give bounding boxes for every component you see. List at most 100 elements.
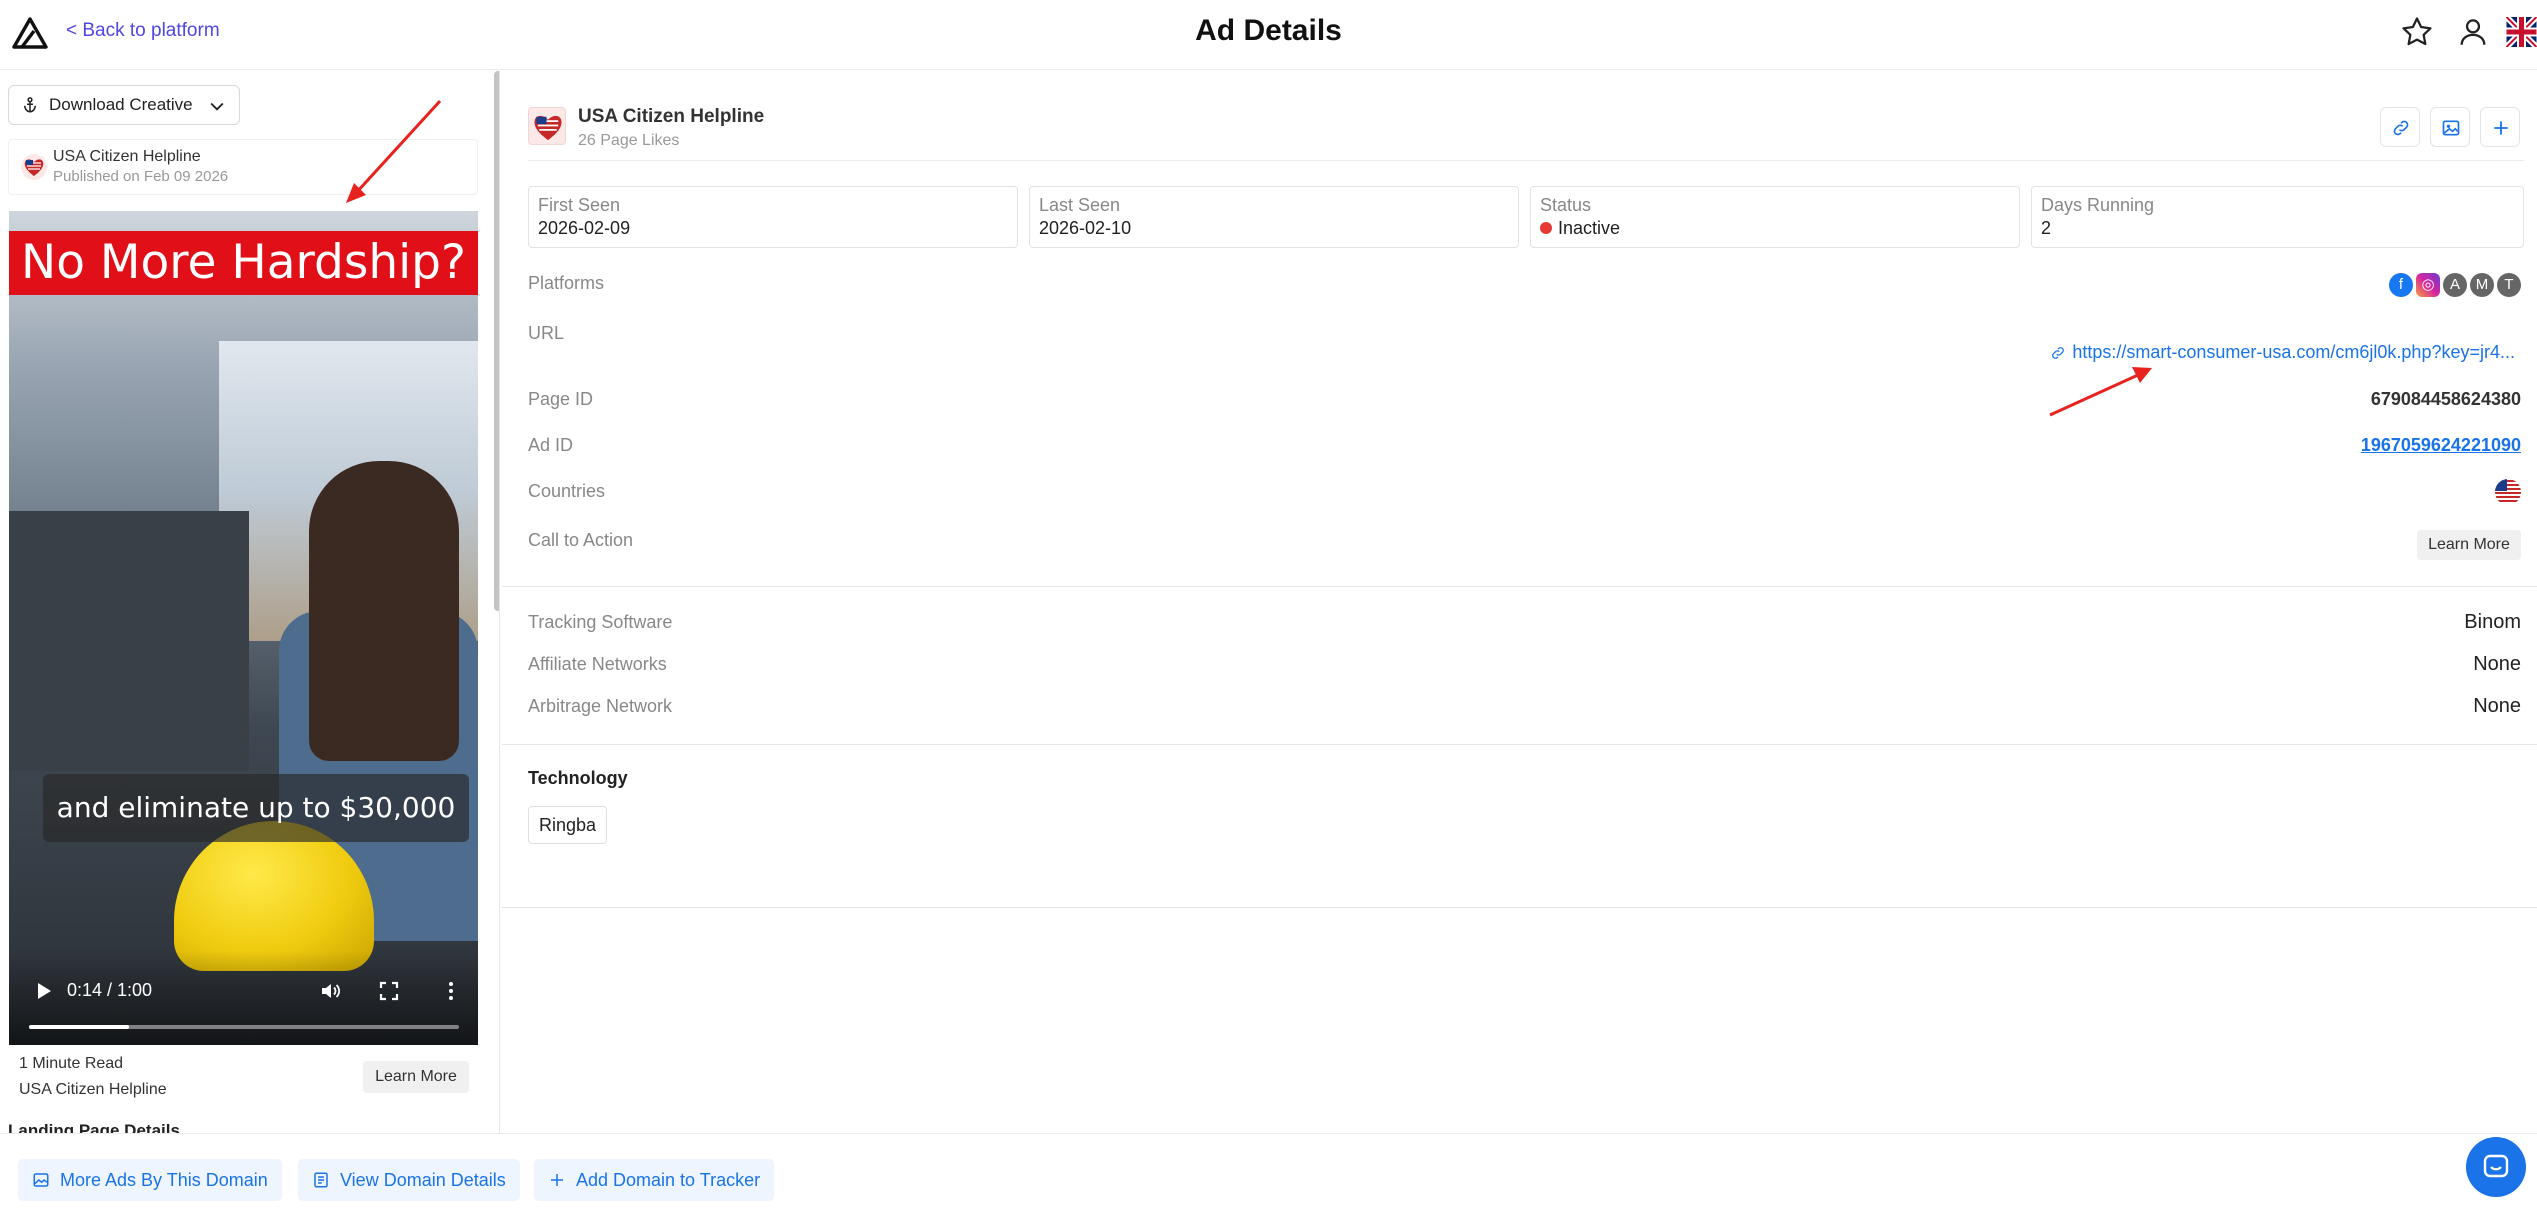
more-options-icon[interactable] xyxy=(439,979,463,1003)
view-domain-label: View Domain Details xyxy=(340,1169,506,1190)
stat-label: Status xyxy=(1540,195,1592,215)
facebook-icon: f xyxy=(2389,273,2413,297)
card-learn-more-button[interactable]: Learn More xyxy=(363,1061,469,1093)
card-advertiser-name: USA Citizen Helpline xyxy=(53,148,201,165)
stat-value: 2 xyxy=(2041,218,2052,238)
cta-learn-more-button[interactable]: Learn More xyxy=(2417,530,2521,560)
star-icon[interactable] xyxy=(2400,15,2434,49)
threads-icon: T xyxy=(2497,273,2521,297)
chevron-down-icon xyxy=(210,102,224,111)
ad-id-label: Ad ID xyxy=(528,435,574,455)
card-published-date: Published on Feb 09 2026 xyxy=(53,168,229,185)
image-search-button[interactable] xyxy=(2430,107,2470,147)
us-flag-icon xyxy=(2495,479,2521,505)
user-icon[interactable] xyxy=(2456,15,2490,49)
ad-details-panel: USA Citizen Helpline 26 Page Likes First… xyxy=(502,71,2537,1133)
advertiser-name[interactable]: USA Citizen Helpline xyxy=(578,106,764,128)
page-id-label: Page ID xyxy=(528,389,594,409)
stat-days-running: Days Running 2 xyxy=(2031,186,2524,248)
download-creative-label: Download Creative xyxy=(49,95,193,114)
left-panel-scrollbar[interactable] xyxy=(494,71,499,611)
back-to-platform-link[interactable]: < Back to platform xyxy=(66,20,220,42)
stat-value: 2026-02-09 xyxy=(538,218,631,238)
stat-label: Days Running xyxy=(2041,195,2155,215)
stat-first-seen: First Seen 2026-02-09 xyxy=(528,186,1018,248)
heart-flag-icon xyxy=(24,159,44,176)
tracking-software-value: Binom xyxy=(2464,611,2521,633)
page-likes: 26 Page Likes xyxy=(578,132,680,149)
add-button[interactable] xyxy=(2480,107,2520,147)
link-icon xyxy=(2052,346,2065,359)
arbitrage-network-label: Arbitrage Network xyxy=(528,696,673,716)
anchor-icon xyxy=(24,97,36,113)
add-domain-to-tracker-button[interactable]: Add Domain to Tracker xyxy=(534,1159,775,1201)
stat-last-seen: Last Seen 2026-02-10 xyxy=(1029,186,1519,248)
fullscreen-icon[interactable] xyxy=(377,979,401,1003)
cta-label: Call to Action xyxy=(528,530,634,550)
affiliate-networks-label: Affiliate Networks xyxy=(528,654,667,674)
landing-url-text: https://smart-consumer-usa.com/cm6jl0k.p… xyxy=(2072,342,2515,362)
more-ads-by-domain-button[interactable]: More Ads By This Domain xyxy=(18,1159,282,1201)
annotation-arrow xyxy=(2049,367,2152,417)
tracking-software-label: Tracking Software xyxy=(528,612,673,632)
bottom-action-bar: More Ads By This Domain View Domain Deta… xyxy=(0,1133,2537,1213)
divider xyxy=(502,744,2537,745)
add-domain-label: Add Domain to Tracker xyxy=(576,1169,761,1190)
link-icon xyxy=(2393,120,2409,136)
platforms-label: Platforms xyxy=(528,273,605,293)
more-ads-label: More Ads By This Domain xyxy=(60,1169,268,1190)
affiliate-networks-value: None xyxy=(2473,653,2521,675)
stat-value: Inactive xyxy=(1540,218,1620,239)
gallery-icon xyxy=(33,1173,49,1187)
status-text: Inactive xyxy=(1558,218,1621,238)
platform-icons: f ◎ A M T xyxy=(2389,273,2521,299)
landing-url-link[interactable]: https://smart-consumer-usa.com/cm6jl0k.p… xyxy=(2050,342,2515,363)
card-headline: 1 Minute Read xyxy=(19,1055,124,1072)
card-advertiser-caption: USA Citizen Helpline xyxy=(19,1081,167,1098)
stat-label: Last Seen xyxy=(1039,195,1121,215)
stat-value: 2026-02-10 xyxy=(1039,218,1132,238)
url-label: URL xyxy=(528,323,565,343)
video-banner-text: No More Hardship? xyxy=(9,231,478,295)
divider xyxy=(502,907,2537,908)
creative-panel: Download Creative USA Citizen Helpline P… xyxy=(0,71,500,1133)
ad-card-footer: 1 Minute Read USA Citizen Helpline Learn… xyxy=(9,1045,478,1125)
countries-label: Countries xyxy=(528,481,606,501)
support-chat-button[interactable] xyxy=(2466,1137,2526,1197)
document-icon xyxy=(314,1172,328,1188)
video-controls: 0:14 / 1:00 xyxy=(9,951,478,1045)
chat-icon xyxy=(2483,1154,2509,1178)
heart-flag-icon xyxy=(534,115,562,141)
technology-chip[interactable]: Ringba xyxy=(528,806,608,844)
play-icon[interactable] xyxy=(31,979,55,1003)
video-caption-text: and eliminate up to $30,000 xyxy=(43,774,469,842)
ad-card-header: USA Citizen Helpline Published on Feb 09… xyxy=(8,139,478,195)
advertiser-avatar xyxy=(528,107,566,145)
divider xyxy=(502,586,2537,587)
messenger-icon: M xyxy=(2470,273,2494,297)
video-time: 0:14 / 1:00 xyxy=(67,980,153,1000)
video-scene-person xyxy=(309,461,459,761)
creative-video-player[interactable]: No More Hardship? and eliminate up to $3… xyxy=(9,211,478,1045)
divider xyxy=(528,160,2524,161)
plus-icon xyxy=(2494,121,2508,135)
arbitrage-network-value: None xyxy=(2473,695,2521,717)
logo-icon[interactable] xyxy=(12,17,48,49)
ad-id-link[interactable]: 1967059624221090 xyxy=(2361,435,2521,456)
top-header: < Back to platform Ad Details xyxy=(0,0,2537,70)
advertiser-avatar xyxy=(21,154,47,180)
copy-link-button[interactable] xyxy=(2380,107,2420,147)
technology-heading: Technology xyxy=(528,768,628,788)
image-icon xyxy=(2442,120,2460,136)
status-inactive-dot xyxy=(1540,222,1552,234)
uk-flag-icon[interactable] xyxy=(2506,17,2537,47)
view-domain-details-button[interactable]: View Domain Details xyxy=(298,1159,520,1201)
volume-icon[interactable] xyxy=(319,979,343,1003)
audience-network-icon: A xyxy=(2443,273,2467,297)
video-scene-dashboard xyxy=(9,511,249,771)
instagram-icon: ◎ xyxy=(2416,273,2440,297)
video-progress-bar[interactable] xyxy=(29,1025,459,1029)
download-creative-button[interactable]: Download Creative xyxy=(8,85,240,125)
plus-icon xyxy=(551,1174,563,1186)
page-id-value: 679084458624380 xyxy=(2370,389,2521,409)
